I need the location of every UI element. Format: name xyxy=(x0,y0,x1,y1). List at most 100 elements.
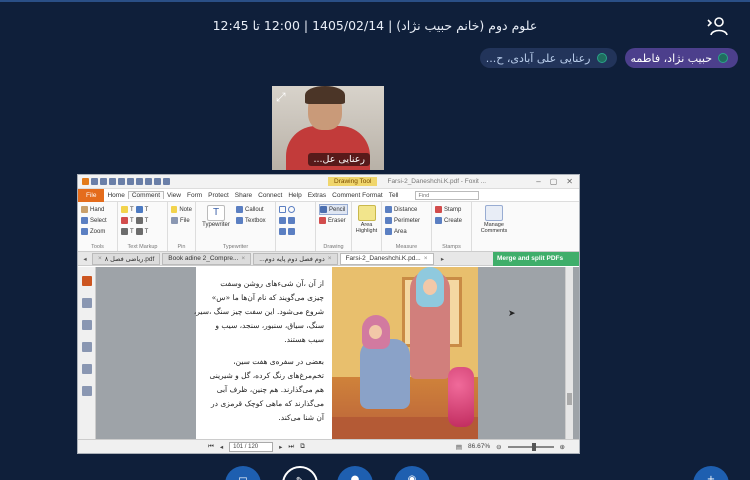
menu-comment-format[interactable]: Comment Format xyxy=(329,192,386,199)
fit-view-icon[interactable]: ⧉ xyxy=(300,443,305,451)
menu-protect[interactable]: Protect xyxy=(205,192,232,199)
menu-extras[interactable]: Extras xyxy=(305,192,329,199)
textbox-button[interactable]: Textbox xyxy=(236,215,266,226)
menu-share[interactable]: Share xyxy=(232,192,255,199)
last-page-icon[interactable]: ⏭ xyxy=(288,443,294,451)
textbox-icon xyxy=(236,217,243,224)
comment-ribbon: Hand Select Zoom Tools TT TT TT Text Mar… xyxy=(78,202,579,252)
view-mode-icon[interactable]: ▤ xyxy=(456,443,462,451)
attachments-icon[interactable] xyxy=(82,364,92,374)
webcam-video[interactable]: ⤢ رعنایی عل... xyxy=(272,86,384,170)
page-text: از آن ،آن شیءهای روشن وسفت چیزی می‌گویند… xyxy=(194,277,324,425)
menu-help[interactable]: Help xyxy=(285,192,304,199)
first-page-icon[interactable]: ⏮ xyxy=(208,443,214,451)
page-navigation: ⏮ ◂ 101 / 120 ▸ ⏭ ⧉ xyxy=(208,441,305,452)
create-stamp-button[interactable]: Create xyxy=(435,215,468,226)
pages-icon[interactable] xyxy=(82,298,92,308)
microphone-icon: ● xyxy=(350,474,360,480)
pdf-page: از آن ،آن شیءهای روشن وسفت چیزی می‌گویند… xyxy=(194,267,478,441)
participant-list: حبیب نژاد، فاطمه رعنایی علی آبادی، ح... xyxy=(479,48,738,68)
underline-icon xyxy=(135,206,143,213)
find-input[interactable]: Find xyxy=(415,190,480,200)
document-tab[interactable]: × ریاضی فصل ۸.pdf xyxy=(92,252,161,265)
hand-tool-button[interactable]: Hand xyxy=(81,204,114,215)
participant-chip[interactable]: حبیب نژاد، فاطمه xyxy=(624,48,738,68)
bookmarks-icon[interactable] xyxy=(82,276,92,286)
squiggly-icon xyxy=(135,217,143,224)
zoom-out-icon[interactable]: ⊖ xyxy=(496,443,501,451)
menu-comment[interactable]: Comment xyxy=(127,191,165,199)
area-highlight-button[interactable]: Area Highlight xyxy=(352,202,382,251)
merge-split-promo[interactable]: Merge and split PDFs xyxy=(493,251,579,266)
area-button[interactable]: Area xyxy=(385,226,428,237)
menu-file[interactable]: File xyxy=(78,188,105,202)
tabs-left-arrow-icon[interactable]: ◂ xyxy=(78,255,92,263)
cloud-tool[interactable] xyxy=(279,226,312,237)
menu-home[interactable]: Home xyxy=(104,192,127,199)
top-accent-line xyxy=(0,0,750,2)
typewriter-icon: T xyxy=(207,205,225,221)
share-screen-button[interactable]: ▭ xyxy=(225,466,261,480)
zoom-tool-button[interactable]: Zoom xyxy=(81,226,114,237)
plus-icon: + xyxy=(706,474,716,480)
file-attach-button[interactable]: File xyxy=(171,215,192,226)
text-line: سیب هستند. xyxy=(284,335,324,344)
microphone-button[interactable]: ● xyxy=(337,466,373,480)
more-button[interactable]: + xyxy=(693,466,729,480)
tabs-right-arrow-icon[interactable]: ▸ xyxy=(436,255,450,263)
drawing-tool-context-tab[interactable]: Drawing Tool xyxy=(328,177,378,186)
callout-button[interactable]: Callout xyxy=(236,204,266,215)
video-participant-name: رعنایی عل... xyxy=(308,153,370,166)
eraser-button[interactable]: Eraser xyxy=(319,215,348,226)
expand-icon[interactable]: ⤢ xyxy=(276,90,290,104)
zoom-in-icon[interactable]: ⊕ xyxy=(560,443,565,451)
layers-icon[interactable] xyxy=(82,320,92,330)
select-tool-button[interactable]: Select xyxy=(81,215,114,226)
polygon-tool[interactable] xyxy=(279,215,312,226)
maximize-icon[interactable]: ▢ xyxy=(550,177,558,186)
participant-chip[interactable]: رعنایی علی آبادی، ح... xyxy=(479,48,617,68)
rectangle-tool[interactable] xyxy=(279,204,312,215)
zoom-slider-knob[interactable] xyxy=(531,442,536,451)
prev-page-icon[interactable]: ◂ xyxy=(220,443,223,451)
comments-icon[interactable] xyxy=(82,342,92,352)
ribbon-group-shapes xyxy=(276,202,316,251)
scrollbar-thumb[interactable] xyxy=(567,393,572,405)
text-line: از آن ،آن شیءهای روشن وسفت xyxy=(220,279,324,288)
menu-form[interactable]: Form xyxy=(184,192,205,199)
pen-icon: ✎ xyxy=(296,476,304,480)
tell-me-link[interactable]: Tell xyxy=(386,192,402,199)
menu-connect[interactable]: Connect xyxy=(255,192,285,199)
page-number-input[interactable]: 101 / 120 xyxy=(229,441,274,452)
document-tabs: ◂ × ریاضی فصل ۸.pdf Book adine 2_Compre..… xyxy=(78,251,579,266)
collapse-panel-icon[interactable] xyxy=(82,386,92,396)
close-tab-icon: × xyxy=(98,255,102,262)
manage-comments-button[interactable]: Manage Comments xyxy=(472,202,516,251)
webcam-button[interactable]: ◉ xyxy=(394,466,430,480)
quick-access-toolbar[interactable] xyxy=(78,178,328,185)
typewriter-button[interactable]: T Typewriter xyxy=(199,204,233,249)
ribbon-group-tools: Hand Select Zoom Tools xyxy=(78,202,118,251)
next-page-icon[interactable]: ▸ xyxy=(279,443,282,451)
note-button[interactable]: Note xyxy=(171,204,192,215)
ribbon-group-text-markup: TT TT TT Text Markup xyxy=(118,202,168,251)
zoom-slider[interactable] xyxy=(507,442,554,451)
whiteboard-button[interactable]: ✎ xyxy=(282,466,318,480)
distance-button[interactable]: Distance xyxy=(385,204,428,215)
vertical-scrollbar[interactable] xyxy=(565,267,573,441)
stamp-icon xyxy=(435,206,442,213)
ribbon-group-pin: Note File Pin xyxy=(168,202,196,251)
perimeter-button[interactable]: Perimeter xyxy=(385,215,428,226)
close-icon[interactable]: ✕ xyxy=(566,177,573,186)
minimize-icon[interactable]: – xyxy=(536,177,540,186)
document-tab[interactable]: ...دوم فصل دوم پایه دوم × xyxy=(253,252,338,265)
user-icon[interactable] xyxy=(706,16,730,36)
highlight-button[interactable]: TT xyxy=(121,204,164,215)
stamp-button[interactable]: Stamp xyxy=(435,204,468,215)
strikeout-button[interactable]: TT xyxy=(121,215,164,226)
menu-view[interactable]: View xyxy=(164,192,184,199)
replace-text-button[interactable]: TT xyxy=(121,226,164,237)
pencil-button[interactable]: Pencil xyxy=(319,204,348,215)
document-tab-active[interactable]: Farsi-2_Daneshchi.K.pd... × xyxy=(339,252,434,265)
document-tab[interactable]: Book adine 2_Compre... × xyxy=(162,252,252,265)
